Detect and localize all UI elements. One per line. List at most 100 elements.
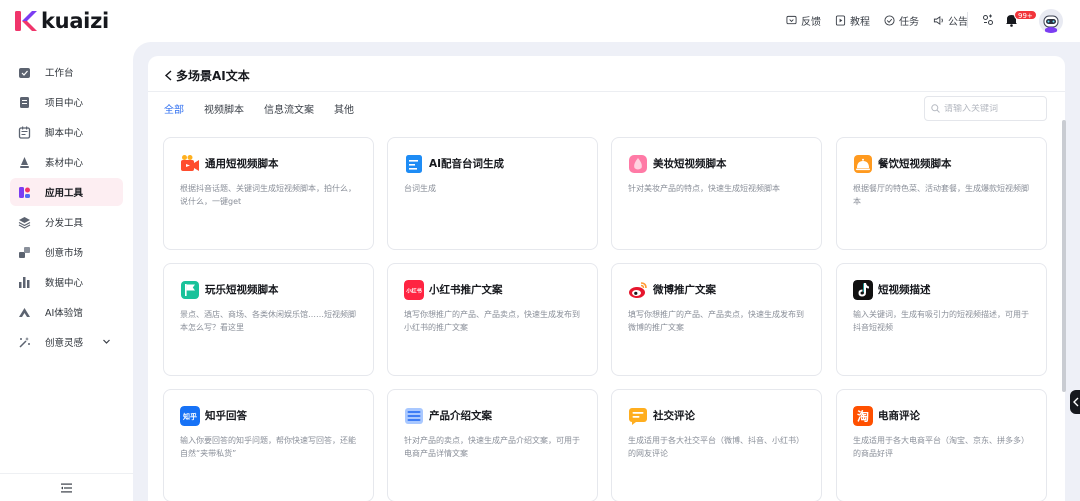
kuaizi-logo-icon — [14, 10, 38, 32]
sidebar-item-label: 应用工具 — [45, 188, 84, 199]
card-title: 通用短视频脚本 — [205, 158, 279, 170]
zhihu-icon: 知乎 — [180, 406, 200, 426]
tab-video-script[interactable]: 视频脚本 — [204, 101, 244, 117]
card-description: 填写你想推广的产品、产品卖点，快速生成发布到小红书的推广文案 — [404, 310, 580, 332]
card-entertainment-video-script[interactable]: 玩乐短视频脚本 景点、酒店、商场、各类休闲娱乐馆……短视频脚本怎么写？看这里 — [163, 263, 374, 376]
sidebar-item-market[interactable]: 创意市场 — [10, 238, 123, 266]
zhihu-badge-text: 知乎 — [182, 412, 197, 421]
card-description: 根据抖音话题、关键词生成短视频脚本，拍什么，说什么，一键get — [180, 184, 356, 206]
sidebar-item-label: 创意灵感 — [45, 338, 84, 349]
card-title: 社交评论 — [653, 410, 695, 422]
card-title: 电商评论 — [878, 410, 920, 422]
tab-all[interactable]: 全部 — [164, 101, 184, 117]
brand-logo[interactable]: kuaizi — [14, 9, 109, 33]
dining-icon — [853, 154, 873, 174]
sidebar-item-data[interactable]: 数据中心 — [10, 268, 123, 296]
dashboard-icon — [18, 66, 31, 79]
inspiration-icon — [18, 336, 31, 349]
card-title: 美妆短视频脚本 — [653, 158, 727, 170]
sidebar-item-label: 素材中心 — [45, 158, 84, 169]
task-icon — [884, 15, 895, 26]
search-box — [924, 96, 1047, 121]
tutorial-label: 教程 — [850, 17, 870, 28]
plugin-icon[interactable] — [982, 14, 994, 26]
task-link[interactable]: 任务 — [884, 13, 919, 28]
sidebar-item-dashboard[interactable]: 工作台 — [10, 58, 123, 86]
card-cosmetics-video-script[interactable]: 美妆短视频脚本 针对美妆产品的特点，快速生成短视频脚本 — [611, 137, 822, 250]
task-label: 任务 — [899, 17, 919, 28]
app-tools-icon — [18, 186, 31, 199]
taobao-badge-text: 淘 — [857, 409, 869, 424]
material-icon — [18, 156, 31, 169]
card-short-video-description[interactable]: 短视频描述 输入关键词，生成有吸引力的短视频描述，可用于抖音短视频 — [836, 263, 1047, 376]
sidebar-item-label: 项目中心 — [45, 98, 84, 109]
card-title: 知乎回答 — [205, 410, 247, 422]
sidebar-item-label: 脚本中心 — [45, 128, 84, 139]
video-camera-icon — [180, 154, 200, 174]
sidebar-footer — [0, 473, 133, 501]
cosmetics-icon — [628, 154, 648, 174]
card-weibo-copy[interactable]: 微博推广文案 填写你想推广的产品、产品卖点，快速生成发布到微博的推广文案 — [611, 263, 822, 376]
chevron-down-icon — [103, 339, 110, 344]
sidebar-item-label: 工作台 — [45, 68, 74, 79]
content-scrollbar[interactable] — [1062, 120, 1066, 392]
announcement-icon — [933, 15, 943, 26]
card-description: 生成适用于各大社交平台（微博、抖音、小红书）的网友评论 — [628, 436, 804, 458]
card-title: 短视频描述 — [878, 284, 931, 296]
card-description: 台词生成 — [404, 184, 436, 193]
ai-icon — [18, 306, 31, 319]
card-dining-video-script[interactable]: 餐饮短视频脚本 根据餐厅的特色菜、活动套餐，生成爆款短视频脚本 — [836, 137, 1047, 250]
taobao-icon: 淘 — [853, 406, 873, 426]
tutorial-icon — [835, 15, 846, 26]
comment-icon — [628, 406, 648, 426]
top-bar: kuaizi 反馈 教程 任务 公告 99+ — [0, 0, 1080, 42]
tab-feed-copy[interactable]: 信息流文案 — [264, 101, 314, 117]
sidebar-item-label: 分发工具 — [45, 218, 84, 229]
tab-other[interactable]: 其他 — [334, 101, 354, 117]
sidebar-item-distribute[interactable]: 分发工具 — [10, 208, 123, 236]
tutorial-link[interactable]: 教程 — [835, 13, 870, 28]
brand-name: kuaizi — [41, 9, 109, 33]
card-description: 针对产品的卖点，快速生成产品介绍文案，可用于电商产品详情文案 — [404, 436, 580, 458]
chevron-left-icon — [1073, 397, 1079, 407]
card-zhihu-answer[interactable]: 知乎 知乎回答 输入你要回答的知乎问题，帮你快速写回答，还能自然“夹带私货” — [163, 389, 374, 501]
card-description: 输入关键词，生成有吸引力的短视频描述，可用于抖音短视频 — [853, 310, 1029, 332]
card-description: 生成适用于各大电商平台（淘宝、京东、拼多多）的商品好评 — [853, 436, 1029, 458]
card-title: AI配音台词生成 — [429, 158, 505, 170]
distribute-icon — [18, 216, 31, 229]
feedback-link[interactable]: 反馈 — [786, 13, 821, 28]
page-title[interactable]: 多场景AI文本 — [164, 66, 250, 84]
xiaohongshu-icon: 小红书 — [404, 280, 424, 300]
sidebar-item-ai[interactable]: AI体验馆 — [10, 298, 123, 326]
card-title: 产品介绍文案 — [429, 410, 492, 422]
card-description: 景点、酒店、商场、各类休闲娱乐馆……短视频脚本怎么写？看这里 — [180, 310, 356, 332]
product-list-icon — [404, 406, 424, 426]
menu-collapse-icon[interactable] — [61, 483, 72, 493]
feedback-icon — [786, 15, 797, 25]
card-xiaohongshu-copy[interactable]: 小红书 小红书推广文案 填写你想推广的产品、产品卖点，快速生成发布到小红书的推广… — [387, 263, 598, 376]
announcement-label: 公告 — [948, 17, 968, 28]
document-icon — [404, 154, 424, 174]
side-panel-toggle[interactable] — [1070, 390, 1080, 414]
sidebar-item-inspiration[interactable]: 创意灵感 — [10, 328, 123, 356]
card-ecommerce-comment[interactable]: 淘 电商评论 生成适用于各大电商平台（淘宝、京东、拼多多）的商品好评 — [836, 389, 1047, 501]
card-title: 微博推广文案 — [653, 284, 716, 296]
sidebar-item-projects[interactable]: 项目中心 — [10, 88, 123, 116]
market-icon — [18, 246, 31, 259]
header-links: 反馈 教程 任务 公告 — [786, 13, 968, 28]
sidebar: 工作台 项目中心 脚本中心 素材中心 应用工具 分发工具 创意市场 数据中心 A… — [0, 42, 133, 501]
card-product-intro-copy[interactable]: 产品介绍文案 针对产品的卖点，快速生成产品介绍文案，可用于电商产品详情文案 — [387, 389, 598, 501]
card-general-video-script[interactable]: 通用短视频脚本 根据抖音话题、关键词生成短视频脚本，拍什么，说什么，一键get — [163, 137, 374, 250]
user-avatar[interactable] — [1039, 9, 1063, 33]
data-icon — [18, 276, 31, 289]
back-arrow-icon[interactable] — [164, 69, 173, 81]
search-input[interactable] — [944, 103, 1044, 114]
card-ai-dubbing-lines[interactable]: AI配音台词生成 台词生成 — [387, 137, 598, 250]
card-social-comment[interactable]: 社交评论 生成适用于各大社交平台（微博、抖音、小红书）的网友评论 — [611, 389, 822, 501]
announcement-link[interactable]: 公告 — [933, 13, 968, 28]
sidebar-item-scripts[interactable]: 脚本中心 — [10, 118, 123, 146]
sidebar-item-app-tools[interactable]: 应用工具 — [10, 178, 123, 206]
card-description: 输入你要回答的知乎问题，帮你快速写回答，还能自然“夹带私货” — [180, 436, 356, 458]
header-divider — [967, 12, 968, 28]
sidebar-item-materials[interactable]: 素材中心 — [10, 148, 123, 176]
